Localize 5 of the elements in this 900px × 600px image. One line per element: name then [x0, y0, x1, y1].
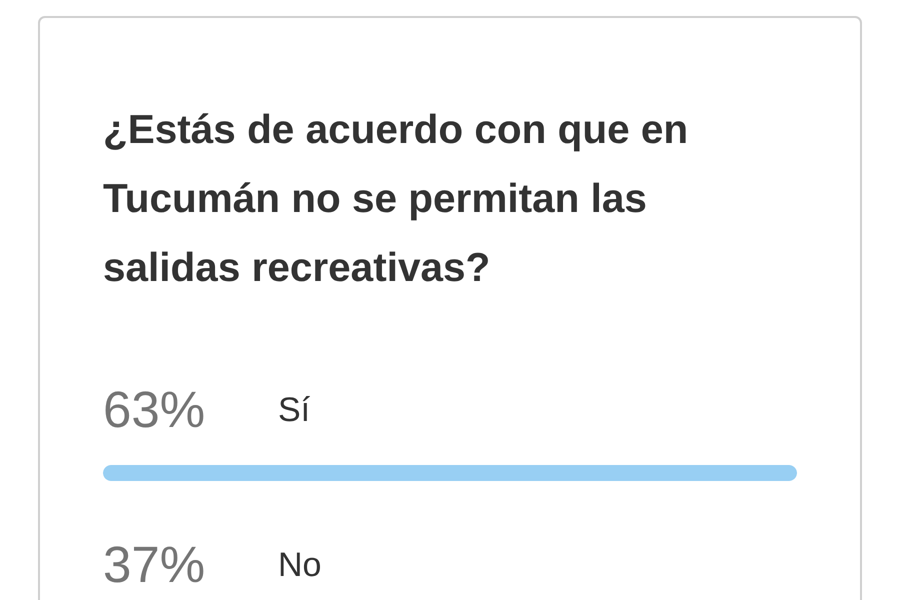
option-label: No [278, 545, 322, 586]
poll-question: ¿Estás de acuerdo con que en Tucumán no se permitan las salidas recreativas? [103, 105, 690, 292]
option-percentage: 37% [103, 537, 206, 593]
option-label: Sí [278, 390, 310, 431]
option-percentage: 63% [103, 382, 206, 438]
